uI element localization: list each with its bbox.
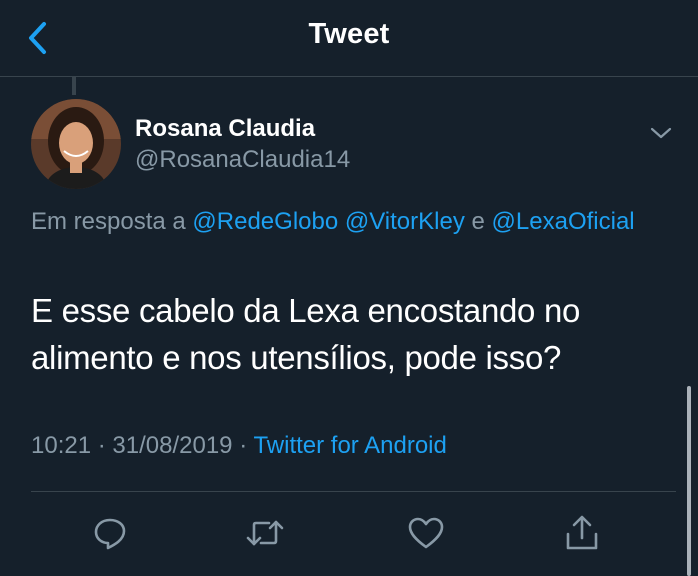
reply-prefix: Em resposta a [31,208,186,235]
divider [31,491,676,492]
reply-icon [94,518,126,550]
share-icon [566,515,598,550]
tweet-meta: 10:21 · 31/08/2019 · Twitter for Android [31,432,447,460]
like-button[interactable] [406,513,446,553]
avatar[interactable] [31,99,121,189]
tweet-text: E esse cabelo da Lexa encostando no alim… [31,292,581,376]
tweet-date: 31/08/2019 [112,432,233,459]
author-name[interactable]: Rosana Claudia [135,115,315,143]
meta-separator: · [239,432,248,459]
retweet-button[interactable] [245,513,285,553]
chevron-down-icon [650,127,672,139]
tweet-time: 10:21 [31,432,92,459]
like-icon [408,517,444,549]
thread-connector [72,77,76,95]
mention-conjunction: e [471,208,485,235]
mention-link[interactable]: @VitorKley [345,208,465,235]
more-options-button[interactable] [646,118,676,148]
top-bar: Tweet [0,0,698,77]
tweet-source-link[interactable]: Twitter for Android [253,432,446,459]
mention-link[interactable]: @LexaOficial [492,208,635,235]
reply-context: Em resposta a @RedeGlobo @VitorKley e @L… [31,204,651,239]
mention-link[interactable]: @RedeGlobo [192,208,338,235]
author-handle[interactable]: @RosanaClaudia14 [135,146,350,174]
scrollbar[interactable] [687,386,691,576]
reply-button[interactable] [90,513,130,553]
page-title: Tweet [308,18,390,50]
share-button[interactable] [562,513,602,553]
retweet-icon [246,520,284,546]
meta-separator: · [97,432,106,459]
